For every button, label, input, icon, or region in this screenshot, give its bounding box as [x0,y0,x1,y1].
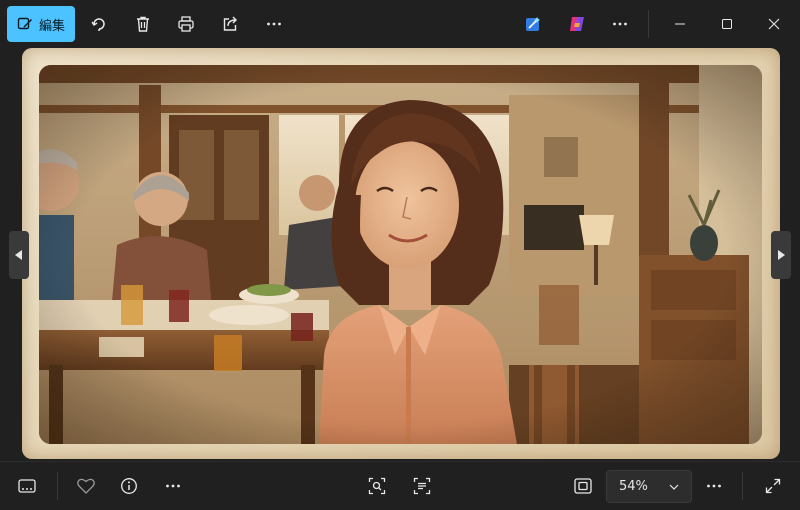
print-icon [177,15,195,33]
rotate-button[interactable] [81,6,117,42]
next-image-button[interactable] [771,231,791,279]
chevron-left-icon [15,250,23,260]
share-icon [221,15,239,33]
more-options-bottom-button[interactable] [155,468,191,504]
favorite-button[interactable] [68,468,104,504]
filmstrip-button[interactable] [9,468,45,504]
toolbar-divider [648,10,649,38]
chevron-down-icon [669,484,679,490]
text-scan-icon [413,477,431,495]
more-icon [265,15,283,33]
photo-image [39,65,762,444]
close-icon [768,18,780,30]
rotate-icon [90,15,108,33]
fullscreen-button[interactable] [755,468,791,504]
scan-text-button[interactable] [404,468,440,504]
info-icon [120,477,138,495]
more-options-button[interactable] [256,6,292,42]
zoom-dropdown[interactable]: 54% [606,470,692,503]
visual-search-icon [368,477,386,495]
info-button[interactable] [111,468,147,504]
edit-button[interactable]: 編集 [7,6,75,42]
zoom-value: 54% [619,479,648,494]
close-button[interactable] [756,6,792,42]
heart-icon [77,478,95,494]
more-icon [611,15,629,33]
more-icon [705,477,723,495]
previous-image-button[interactable] [9,231,29,279]
share-button[interactable] [212,6,248,42]
edit-button-label: 編集 [38,18,65,34]
filmstrip-icon [18,479,36,493]
photo-border-frame [22,48,780,459]
top-toolbar: 編集 [0,0,800,48]
chevron-right-icon [777,250,785,260]
fit-to-window-icon [574,478,592,494]
minimize-button[interactable] [662,6,698,42]
image-viewer [0,48,800,461]
maximize-button[interactable] [709,6,745,42]
bottom-toolbar: 54% [0,461,800,510]
copilot-icon [567,14,587,34]
more-icon [164,477,182,495]
visual-search-button[interactable] [359,468,395,504]
delete-button[interactable] [125,6,161,42]
designer-icon [524,15,542,33]
copilot-button[interactable] [559,6,595,42]
edit-image-icon [17,16,33,32]
more-view-options-button[interactable] [696,468,732,504]
more-apps-button[interactable] [602,6,638,42]
bottom-divider-left [57,472,58,500]
bottom-divider-right [742,472,743,500]
designer-button[interactable] [515,6,551,42]
fit-to-window-button[interactable] [565,468,601,504]
delete-icon [134,15,152,33]
maximize-icon [721,18,733,30]
print-button[interactable] [168,6,204,42]
minimize-icon [674,18,686,30]
fullscreen-icon [765,478,781,494]
